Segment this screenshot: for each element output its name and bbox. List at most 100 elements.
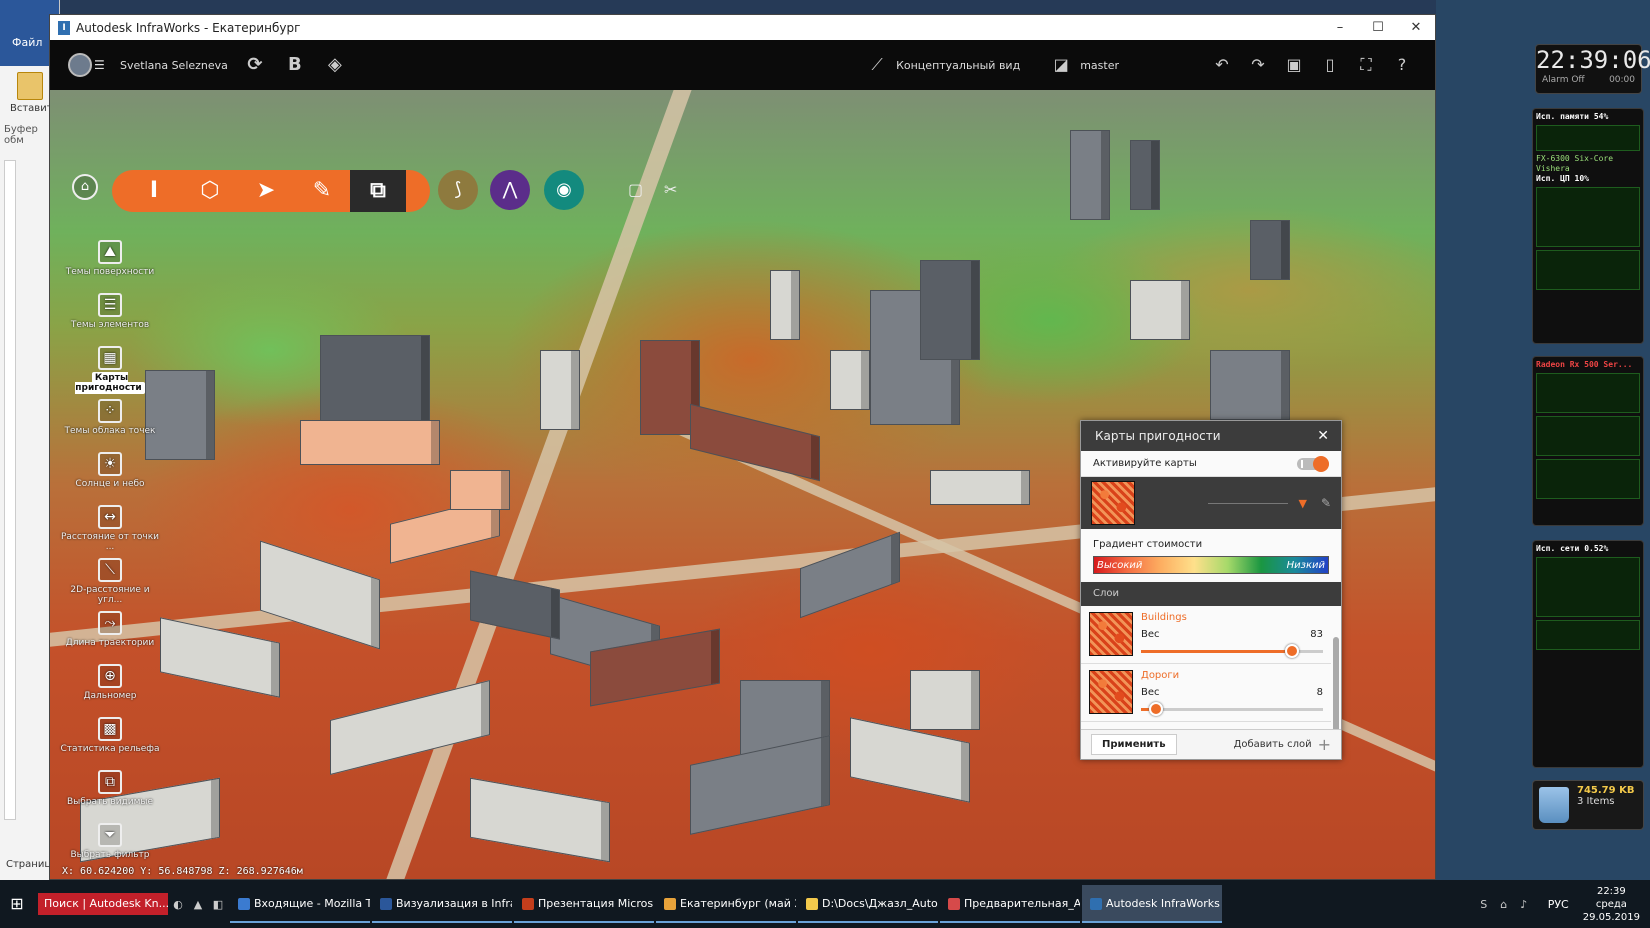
- bridges-design-icon[interactable]: ⋀: [490, 170, 530, 210]
- weight-slider[interactable]: [1141, 702, 1323, 716]
- model-box-icon[interactable]: ◈: [322, 52, 348, 78]
- cpu-history-graph: [1536, 250, 1640, 290]
- building: [450, 470, 510, 510]
- left-tool-label: Выбрать видимые: [66, 797, 154, 807]
- taskbar-clock[interactable]: 22:39 среда 29.05.2019: [1583, 885, 1640, 924]
- analyze-icon[interactable]: ⧉: [350, 170, 406, 212]
- panel-close-icon[interactable]: ✕: [1317, 428, 1329, 444]
- gpu-monitor-gadget: Radeon Rx 500 Ser...: [1532, 356, 1644, 526]
- 3d-city-viewport[interactable]: ⌂ I ⬡ ➤ ✎ ⧉ ⟆ ⋀ ◉ ▢ ✂ ⛰ Темы поверхности ☰…: [50, 90, 1435, 879]
- infraworks-tools-icon[interactable]: I: [126, 170, 182, 212]
- left-tool-4[interactable]: ☀ Солнце и небо: [60, 452, 160, 505]
- panel-title: Карты пригодности: [1095, 429, 1221, 443]
- taskbar-item[interactable]: Входящие - Mozilla T...: [230, 885, 370, 923]
- left-tool-5[interactable]: ↔ Расстояние от точки ...: [60, 505, 160, 558]
- building: [850, 717, 970, 803]
- word-status: Страниц: [6, 859, 52, 870]
- taskbar-item[interactable]: Предварительная_А...: [940, 885, 1080, 923]
- user-avatar[interactable]: [68, 53, 92, 77]
- taskbar-search[interactable]: Поиск | Autodesk Kn...: [38, 893, 168, 915]
- dropdown-arrow-icon[interactable]: ▼: [1298, 497, 1306, 510]
- create-model-icon[interactable]: ⬡: [182, 170, 238, 212]
- taskbar-item[interactable]: Autodesk InfraWorks ...: [1082, 885, 1222, 923]
- roads-design-icon[interactable]: ⟆: [438, 170, 478, 210]
- main-tool-bar: I ⬡ ➤ ✎ ⧉: [112, 170, 430, 212]
- taskbar-item[interactable]: Визуализация в Infra...: [372, 885, 512, 923]
- user-name[interactable]: Svetlana Selezneva: [120, 59, 228, 72]
- left-tool-0[interactable]: ⛰ Темы поверхности: [60, 240, 160, 293]
- map-name-field[interactable]: [1208, 502, 1289, 504]
- help-icon[interactable]: ?: [1389, 52, 1415, 78]
- gpu-name: Radeon Rx 500 Ser...: [1536, 360, 1633, 369]
- road: [386, 90, 692, 879]
- panel-icon[interactable]: ▯: [1317, 52, 1343, 78]
- drainage-design-icon[interactable]: ◉: [544, 170, 584, 210]
- edit-pencil-icon[interactable]: ✎: [1321, 496, 1331, 510]
- mem-title: Исп. памяти: [1536, 112, 1589, 121]
- minimize-button[interactable]: –: [1321, 20, 1359, 35]
- undo-icon[interactable]: ↶: [1209, 52, 1235, 78]
- left-tool-8[interactable]: ⊕ Дальномер: [60, 664, 160, 717]
- pinned-app-icon[interactable]: ◐: [168, 898, 188, 911]
- taskbar-item-label: Autodesk InfraWorks ...: [1106, 897, 1222, 910]
- clipboard-icon: [17, 72, 43, 100]
- slider-knob[interactable]: [1148, 702, 1163, 716]
- sync-icon[interactable]: ⟳: [242, 52, 268, 78]
- layer-name[interactable]: Дороги: [1141, 670, 1323, 681]
- left-tool-1[interactable]: ☰ Темы элементов: [60, 293, 160, 346]
- window-titlebar[interactable]: I Autodesk InfraWorks - Екатеринбург – ☐…: [50, 15, 1435, 40]
- left-tool-label: Темы поверхности: [65, 267, 155, 277]
- recycle-bin-gadget[interactable]: 745.79 KB 3 Items: [1532, 780, 1644, 830]
- left-tool-9[interactable]: ▩ Статистика рельефа: [60, 717, 160, 770]
- menu-icon[interactable]: ☰: [94, 58, 108, 72]
- layer-name[interactable]: Buildings: [1141, 612, 1323, 623]
- taskbar-day: среда: [1595, 898, 1627, 910]
- proposal-icon[interactable]: ◪: [1048, 52, 1074, 78]
- windows-start-icon[interactable]: ⊞: [0, 880, 34, 928]
- activate-toggle[interactable]: [1297, 455, 1329, 472]
- view-style-icon[interactable]: ⟋: [864, 52, 890, 78]
- skype-icon[interactable]: S: [1474, 898, 1494, 911]
- view-mode-label[interactable]: Концептуальный вид: [896, 59, 1020, 72]
- apply-button[interactable]: Применить: [1091, 734, 1177, 755]
- gradient-low-label: Низкий: [1286, 559, 1325, 571]
- left-tool-10[interactable]: ⧉ Выбрать видимые: [60, 770, 160, 823]
- select-icon[interactable]: ➤: [238, 170, 294, 212]
- slider-knob[interactable]: [1285, 644, 1300, 658]
- taskbar-item[interactable]: Екатеринбург (май 2...: [656, 885, 796, 923]
- left-tool-7[interactable]: ⤳ Длина траектории: [60, 611, 160, 664]
- screenshot-icon[interactable]: ▢: [628, 180, 643, 199]
- left-tool-label: 2D-расстояние и угл...: [70, 585, 150, 605]
- volume-icon[interactable]: ♪: [1514, 898, 1534, 911]
- maximize-button[interactable]: ☐: [1359, 20, 1397, 35]
- layers-scrollbar[interactable]: [1333, 637, 1339, 739]
- map-selector[interactable]: ▼ ✎: [1081, 477, 1341, 529]
- network-icon[interactable]: ⌂: [1494, 898, 1514, 911]
- word-paste-button[interactable]: Вставить: [10, 72, 58, 120]
- left-tool-6[interactable]: ⟍ 2D-расстояние и угл...: [60, 558, 160, 611]
- net-title: Исп. сети: [1536, 544, 1580, 553]
- taskbar-app-icon: [380, 898, 392, 910]
- taskbar-item[interactable]: D:\Docs\Джазл_Auto...: [798, 885, 938, 923]
- bookmarks-icon[interactable]: ▣: [1281, 52, 1307, 78]
- taskbar-item[interactable]: Презентация Micros...: [514, 885, 654, 923]
- left-tool-3[interactable]: ⁘ Темы облака точек: [60, 399, 160, 452]
- language-indicator[interactable]: РУС: [1548, 898, 1569, 911]
- fullscreen-icon[interactable]: ⛶: [1353, 52, 1379, 78]
- toggle-on-mark: [1301, 459, 1303, 468]
- add-layer-button[interactable]: Добавить слой +: [1234, 735, 1331, 754]
- sketch-icon[interactable]: ✎: [294, 170, 350, 212]
- bim360-icon[interactable]: B: [282, 52, 308, 78]
- pinned-app-icon[interactable]: ◧: [208, 898, 228, 911]
- weight-slider[interactable]: [1141, 644, 1323, 658]
- pinned-app-icon[interactable]: ▲: [188, 898, 208, 911]
- settings-tools-icon[interactable]: ✂: [664, 180, 677, 199]
- proposal-label[interactable]: master: [1080, 59, 1119, 72]
- left-tool-icon: ⏷: [98, 823, 122, 847]
- left-tool-2[interactable]: ▦ Карты пригодности: [60, 346, 160, 399]
- close-button[interactable]: ✕: [1397, 20, 1435, 35]
- redo-icon[interactable]: ↷: [1245, 52, 1271, 78]
- home-icon[interactable]: ⌂: [72, 174, 98, 200]
- building: [160, 617, 280, 698]
- suitability-maps-panel: Карты пригодности ✕ Активируйте карты ▼ …: [1080, 420, 1342, 760]
